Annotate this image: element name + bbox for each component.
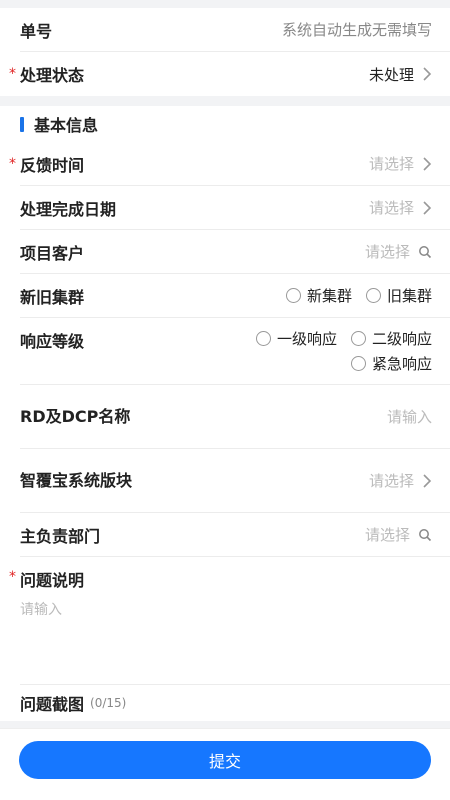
customer-row[interactable]: 项目客户 请选择	[20, 230, 450, 274]
required-mark: *	[9, 569, 16, 585]
department-search[interactable]: 请选择	[365, 524, 432, 545]
required-mark: *	[9, 155, 16, 172]
rd-name-input[interactable]	[342, 407, 432, 426]
radio-circle[interactable]	[350, 356, 366, 371]
module-picker[interactable]: 请选择	[369, 470, 432, 491]
submit-button[interactable]: 提交	[19, 740, 431, 779]
department-row[interactable]: 主负责部门 请选择	[20, 513, 450, 557]
cluster-option-old[interactable]: 旧集群	[365, 285, 432, 306]
screenshot-row: 问题截图 (0/15)	[20, 685, 450, 721]
cluster-radio-group: 新集群 旧集群	[272, 285, 432, 306]
complete-date-picker[interactable]: 请选择	[369, 197, 432, 218]
footer-bar: 提交	[0, 728, 450, 800]
search-icon	[419, 528, 432, 541]
section-title: 基本信息	[34, 116, 99, 135]
section-header: 基本信息	[20, 106, 450, 142]
cluster-label: 新旧集群	[20, 287, 85, 307]
cluster-option-old-label: 旧集群	[386, 287, 432, 305]
response-option-level1[interactable]: 一级响应	[255, 328, 337, 349]
required-mark: *	[9, 66, 16, 82]
response-option-level1-label: 一级响应	[276, 330, 337, 348]
top-strip	[0, 0, 450, 8]
complete-date-row[interactable]: 处理完成日期 请选择	[20, 186, 450, 230]
feedback-time-label: 反馈时间	[20, 155, 85, 175]
department-placeholder: 请选择	[364, 526, 410, 544]
section-gap	[0, 96, 450, 106]
issue-textarea[interactable]	[20, 599, 432, 669]
order-number-label: 单号	[20, 21, 53, 41]
response-option-level2[interactable]: 二级响应	[350, 328, 432, 349]
chevron-right-icon	[423, 200, 432, 215]
issue-label: 问题说明	[20, 571, 85, 590]
radio-circle[interactable]	[350, 331, 366, 346]
chevron-right-icon	[423, 156, 432, 171]
screenshot-count: (0/15)	[90, 696, 127, 710]
status-card: 单号 系统自动生成无需填写 * 处理状态 未处理	[0, 8, 450, 96]
cluster-option-new-label: 新集群	[306, 287, 352, 305]
department-label: 主负责部门	[20, 526, 101, 546]
feedback-time-picker[interactable]: 请选择	[369, 153, 432, 174]
status-value: 未处理	[368, 65, 414, 84]
cluster-row: 新旧集群 新集群 旧集群	[20, 274, 450, 318]
status-row[interactable]: * 处理状态 未处理	[9, 52, 450, 96]
chevron-right-icon	[423, 67, 432, 81]
radio-circle[interactable]	[285, 288, 301, 303]
cluster-option-new[interactable]: 新集群	[285, 285, 352, 306]
radio-circle[interactable]	[255, 331, 271, 346]
rd-name-label: RD及DCP名称	[20, 406, 131, 426]
rd-name-value	[342, 407, 432, 426]
feedback-time-row[interactable]: * 反馈时间 请选择	[9, 142, 450, 186]
complete-date-placeholder: 请选择	[368, 199, 414, 217]
response-option-level2-label: 二级响应	[371, 330, 432, 348]
search-icon	[419, 245, 432, 258]
module-label: 智覆宝系统版块	[20, 470, 133, 490]
response-option-urgent-label: 紧急响应	[371, 355, 432, 373]
module-placeholder: 请选择	[368, 472, 414, 490]
customer-label: 项目客户	[20, 243, 85, 263]
response-option-urgent[interactable]: 紧急响应	[350, 353, 432, 374]
order-number-row: 单号 系统自动生成无需填写	[20, 8, 450, 52]
radio-circle[interactable]	[365, 288, 381, 303]
complete-date-label: 处理完成日期	[20, 199, 117, 219]
chevron-right-icon	[423, 473, 432, 488]
customer-placeholder: 请选择	[364, 243, 410, 261]
order-number-value: 系统自动生成无需填写	[281, 21, 432, 39]
rd-name-row: RD及DCP名称	[20, 385, 450, 449]
response-level-row: 响应等级 一级响应 二级响应 紧急响应	[20, 318, 450, 385]
section-accent-bar	[20, 116, 24, 132]
response-radio-group: 一级响应 二级响应 紧急响应	[255, 318, 432, 384]
module-row[interactable]: 智覆宝系统版块 请选择	[20, 449, 450, 513]
response-level-label: 响应等级	[20, 332, 85, 351]
screenshot-label: 问题截图	[20, 695, 85, 714]
basic-info-card: 基本信息 * 反馈时间 请选择 处理完成日期 请选择 项目客户 请选择 新旧集群…	[0, 106, 450, 721]
customer-search[interactable]: 请选择	[365, 241, 432, 262]
status-label: 处理状态	[20, 66, 85, 85]
status-value-wrap[interactable]: 未处理	[369, 64, 432, 85]
issue-block: * 问题说明	[9, 557, 450, 685]
feedback-time-placeholder: 请选择	[368, 155, 414, 173]
